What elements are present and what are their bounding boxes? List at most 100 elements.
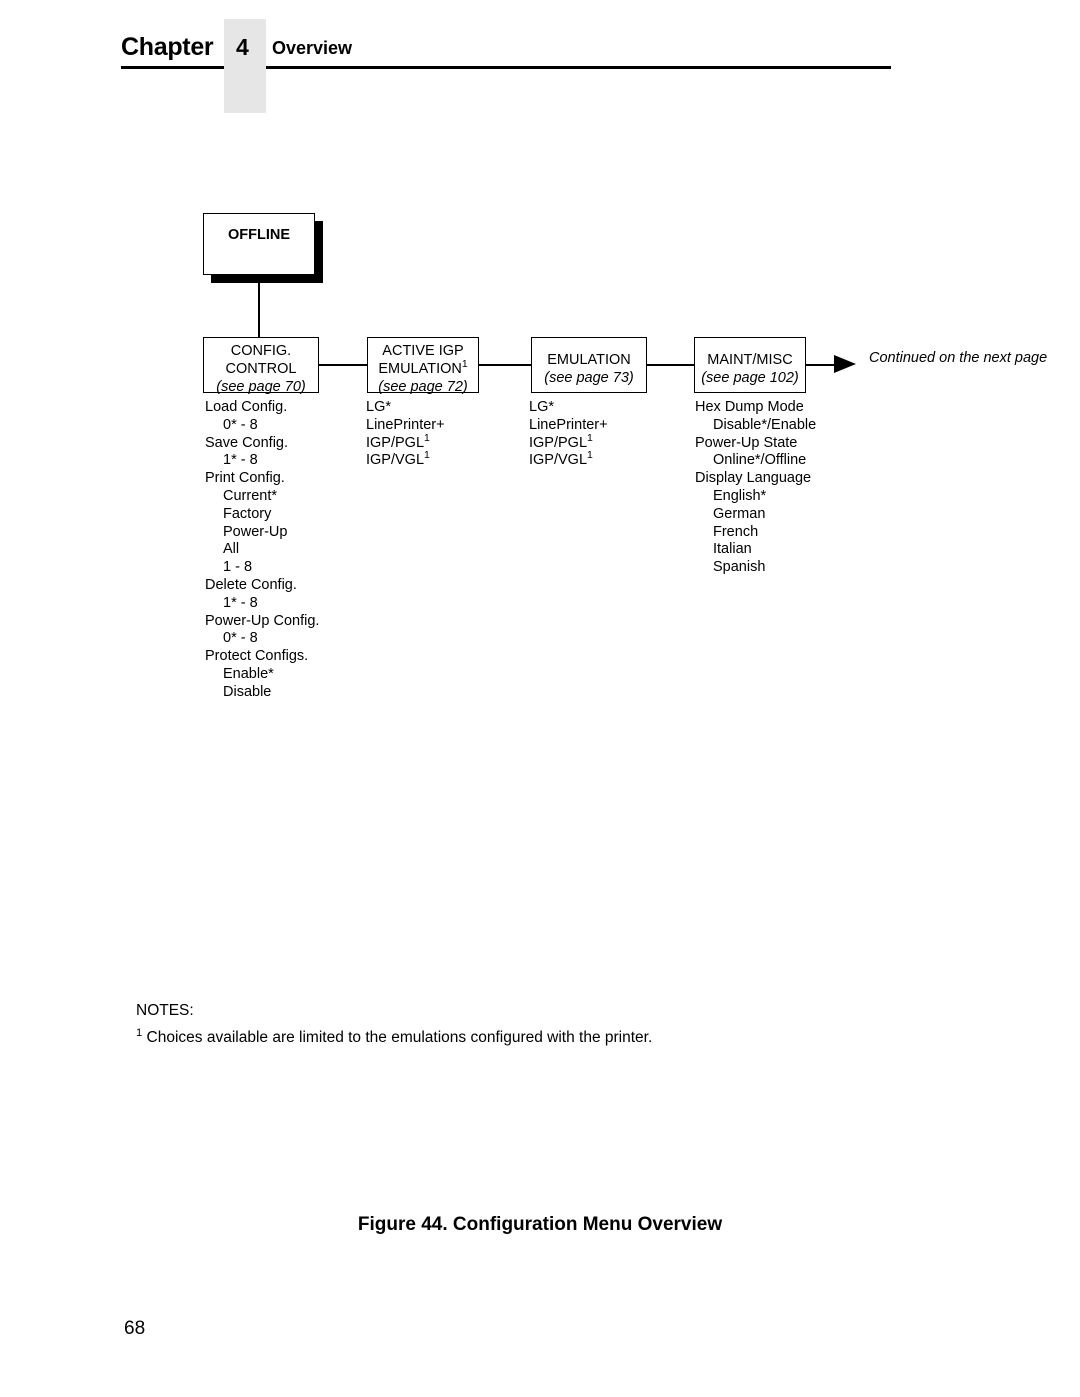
menu-item[interactable]: English* — [695, 488, 816, 506]
node-active-igp-line2-text: EMULATION — [378, 361, 462, 377]
menu-item[interactable]: All — [205, 541, 319, 559]
menu-item-label: Enable* — [223, 665, 274, 682]
continued-on-next-page-note: Continued on the next page — [869, 348, 1047, 368]
menu-item[interactable]: IGP/PGL1 — [529, 432, 608, 453]
node-offline[interactable]: OFFLINE — [203, 213, 315, 275]
note-1-marker: 1 — [136, 1026, 143, 1039]
node-emulation-line1: EMULATION — [547, 352, 631, 368]
menu-item[interactable]: LG* — [366, 399, 445, 417]
menu-item[interactable]: Load Config. — [205, 399, 319, 417]
menu-list-config-control: Load Config. 0* - 8 Save Config. 1* - 8 Prin… — [205, 399, 319, 702]
menu-list-maint-misc: Hex Dump Mode Disable*/Enable Power-Up Sta… — [695, 399, 816, 577]
menu-item[interactable]: French — [695, 524, 816, 542]
menu-item-footnote-marker: 1 — [587, 432, 593, 444]
menu-item[interactable]: IGP/PGL1 — [366, 432, 445, 453]
node-active-igp-emulation[interactable]: ACTIVE IGP EMULATION1 (see page 72) — [367, 337, 479, 395]
menu-item-label: Display Language — [695, 470, 812, 487]
menu-item[interactable]: Save Config. — [205, 435, 319, 453]
menu-item-label: Print Config. — [205, 470, 285, 487]
menu-item[interactable]: Power-Up Config. — [205, 613, 319, 631]
menu-item[interactable]: 1 - 8 — [205, 559, 319, 577]
menu-item[interactable]: Power-Up — [205, 524, 319, 542]
connector-activeigp-to-emulation — [478, 364, 532, 366]
menu-item-label: 1* - 8 — [223, 452, 258, 469]
menu-item-footnote-marker: 1 — [424, 432, 430, 444]
menu-item-label: LinePrinter+ — [529, 416, 608, 433]
connector-maint-to-arrow — [805, 364, 837, 366]
menu-item[interactable]: Online*/Offline — [695, 452, 816, 470]
menu-item-label: IGP/PGL — [529, 434, 588, 451]
menu-item-label: 1 - 8 — [223, 559, 253, 576]
connector-offline-to-config — [258, 275, 260, 338]
menu-item-label: Power-Up Config. — [205, 612, 320, 629]
menu-item-label: Disable — [223, 683, 272, 700]
menu-item-label: English* — [713, 487, 767, 504]
figure-caption: Figure 44. Configuration Menu Overview — [357, 1214, 723, 1235]
menu-item[interactable]: Delete Config. — [205, 577, 319, 595]
menu-item[interactable]: LinePrinter+ — [529, 417, 608, 435]
menu-item-label: Spanish — [713, 559, 766, 576]
menu-item[interactable]: Enable* — [205, 666, 319, 684]
menu-item-label: Italian — [713, 541, 752, 558]
menu-item-label: LG* — [529, 399, 554, 415]
menu-item[interactable]: Current* — [205, 488, 319, 506]
menu-item-label: LG* — [366, 399, 391, 415]
page-number: 68 — [124, 1318, 146, 1339]
node-offline-label: OFFLINE — [227, 227, 291, 243]
menu-item[interactable]: Disable — [205, 684, 319, 702]
node-maint-misc-page-ref: (see page 102) — [701, 370, 799, 386]
menu-item[interactable]: Power-Up State — [695, 435, 816, 453]
menu-item[interactable]: 0* - 8 — [205, 417, 319, 435]
configuration-menu-diagram: OFFLINE CONFIG. CONTROL (see page 70) AC… — [0, 0, 1080, 1397]
node-maint-misc[interactable]: MAINT/MISC (see page 102) — [694, 337, 806, 393]
menu-item[interactable]: Disable*/Enable — [695, 417, 816, 435]
menu-item-label: 0* - 8 — [223, 630, 258, 647]
menu-item-footnote-marker: 1 — [587, 450, 593, 462]
menu-item[interactable]: LG* — [529, 399, 608, 417]
menu-item-label: Load Config. — [205, 399, 288, 415]
menu-item[interactable]: Italian — [695, 541, 816, 559]
menu-item-label: Power-Up — [223, 523, 288, 540]
menu-item-label: IGP/VGL — [529, 452, 588, 469]
menu-item-label: Online*/Offline — [713, 452, 807, 469]
menu-item-footnote-marker: 1 — [424, 450, 430, 462]
node-active-igp-line2: EMULATION1 — [368, 359, 478, 378]
menu-item-label: Current* — [223, 487, 277, 504]
node-config-control-line1: CONFIG. — [230, 343, 292, 359]
menu-list-emulation: LG* LinePrinter+ IGP/PGL1 IGP/VGL1 — [529, 399, 608, 470]
node-emulation-page-ref: (see page 73) — [544, 370, 634, 386]
menu-item-label: All — [223, 541, 240, 558]
menu-item[interactable]: 1* - 8 — [205, 452, 319, 470]
node-config-control-line2: CONTROL — [225, 361, 297, 377]
note-item-1: 1 Choices available are limited to the e… — [136, 1026, 653, 1047]
node-active-igp-line1: ACTIVE IGP — [382, 343, 464, 359]
menu-item[interactable]: Display Language — [695, 470, 816, 488]
connector-emulation-to-maint — [646, 364, 695, 366]
continued-note-line2: the next page — [959, 350, 1048, 366]
menu-item[interactable]: LinePrinter+ — [366, 417, 445, 435]
menu-item-label: Disable*/Enable — [713, 416, 817, 433]
node-emulation[interactable]: EMULATION (see page 73) — [531, 337, 647, 393]
menu-item-label: Save Config. — [205, 434, 289, 451]
node-maint-misc-line1: MAINT/MISC — [707, 352, 793, 368]
menu-item-label: Delete Config. — [205, 576, 297, 593]
node-active-igp-footnote-marker: 1 — [461, 359, 468, 371]
note-1-text: Choices available are limited to the emu… — [146, 1029, 653, 1046]
menu-item[interactable]: IGP/VGL1 — [366, 450, 445, 470]
menu-item[interactable]: Spanish — [695, 559, 816, 577]
menu-item[interactable]: 1* - 8 — [205, 595, 319, 613]
menu-item-label: Protect Configs. — [205, 648, 309, 665]
menu-item[interactable]: 0* - 8 — [205, 630, 319, 648]
node-config-control[interactable]: CONFIG. CONTROL (see page 70) — [203, 337, 319, 395]
menu-item[interactable]: Print Config. — [205, 470, 319, 488]
menu-item[interactable]: German — [695, 506, 816, 524]
menu-item-label: Power-Up State — [695, 434, 798, 451]
menu-item-label: LinePrinter+ — [366, 416, 445, 433]
menu-item[interactable]: IGP/VGL1 — [529, 450, 608, 470]
menu-item-label: 0* - 8 — [223, 416, 258, 433]
menu-item-label: French — [713, 523, 759, 540]
menu-item[interactable]: Hex Dump Mode — [695, 399, 816, 417]
menu-item-label: Factory — [223, 505, 272, 522]
menu-item[interactable]: Protect Configs. — [205, 648, 319, 666]
menu-item[interactable]: Factory — [205, 506, 319, 524]
